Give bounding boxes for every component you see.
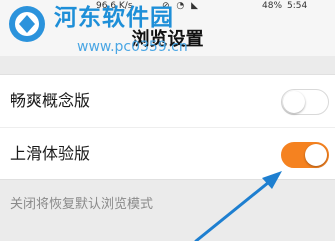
annotation-arrow-icon [194, 171, 282, 241]
